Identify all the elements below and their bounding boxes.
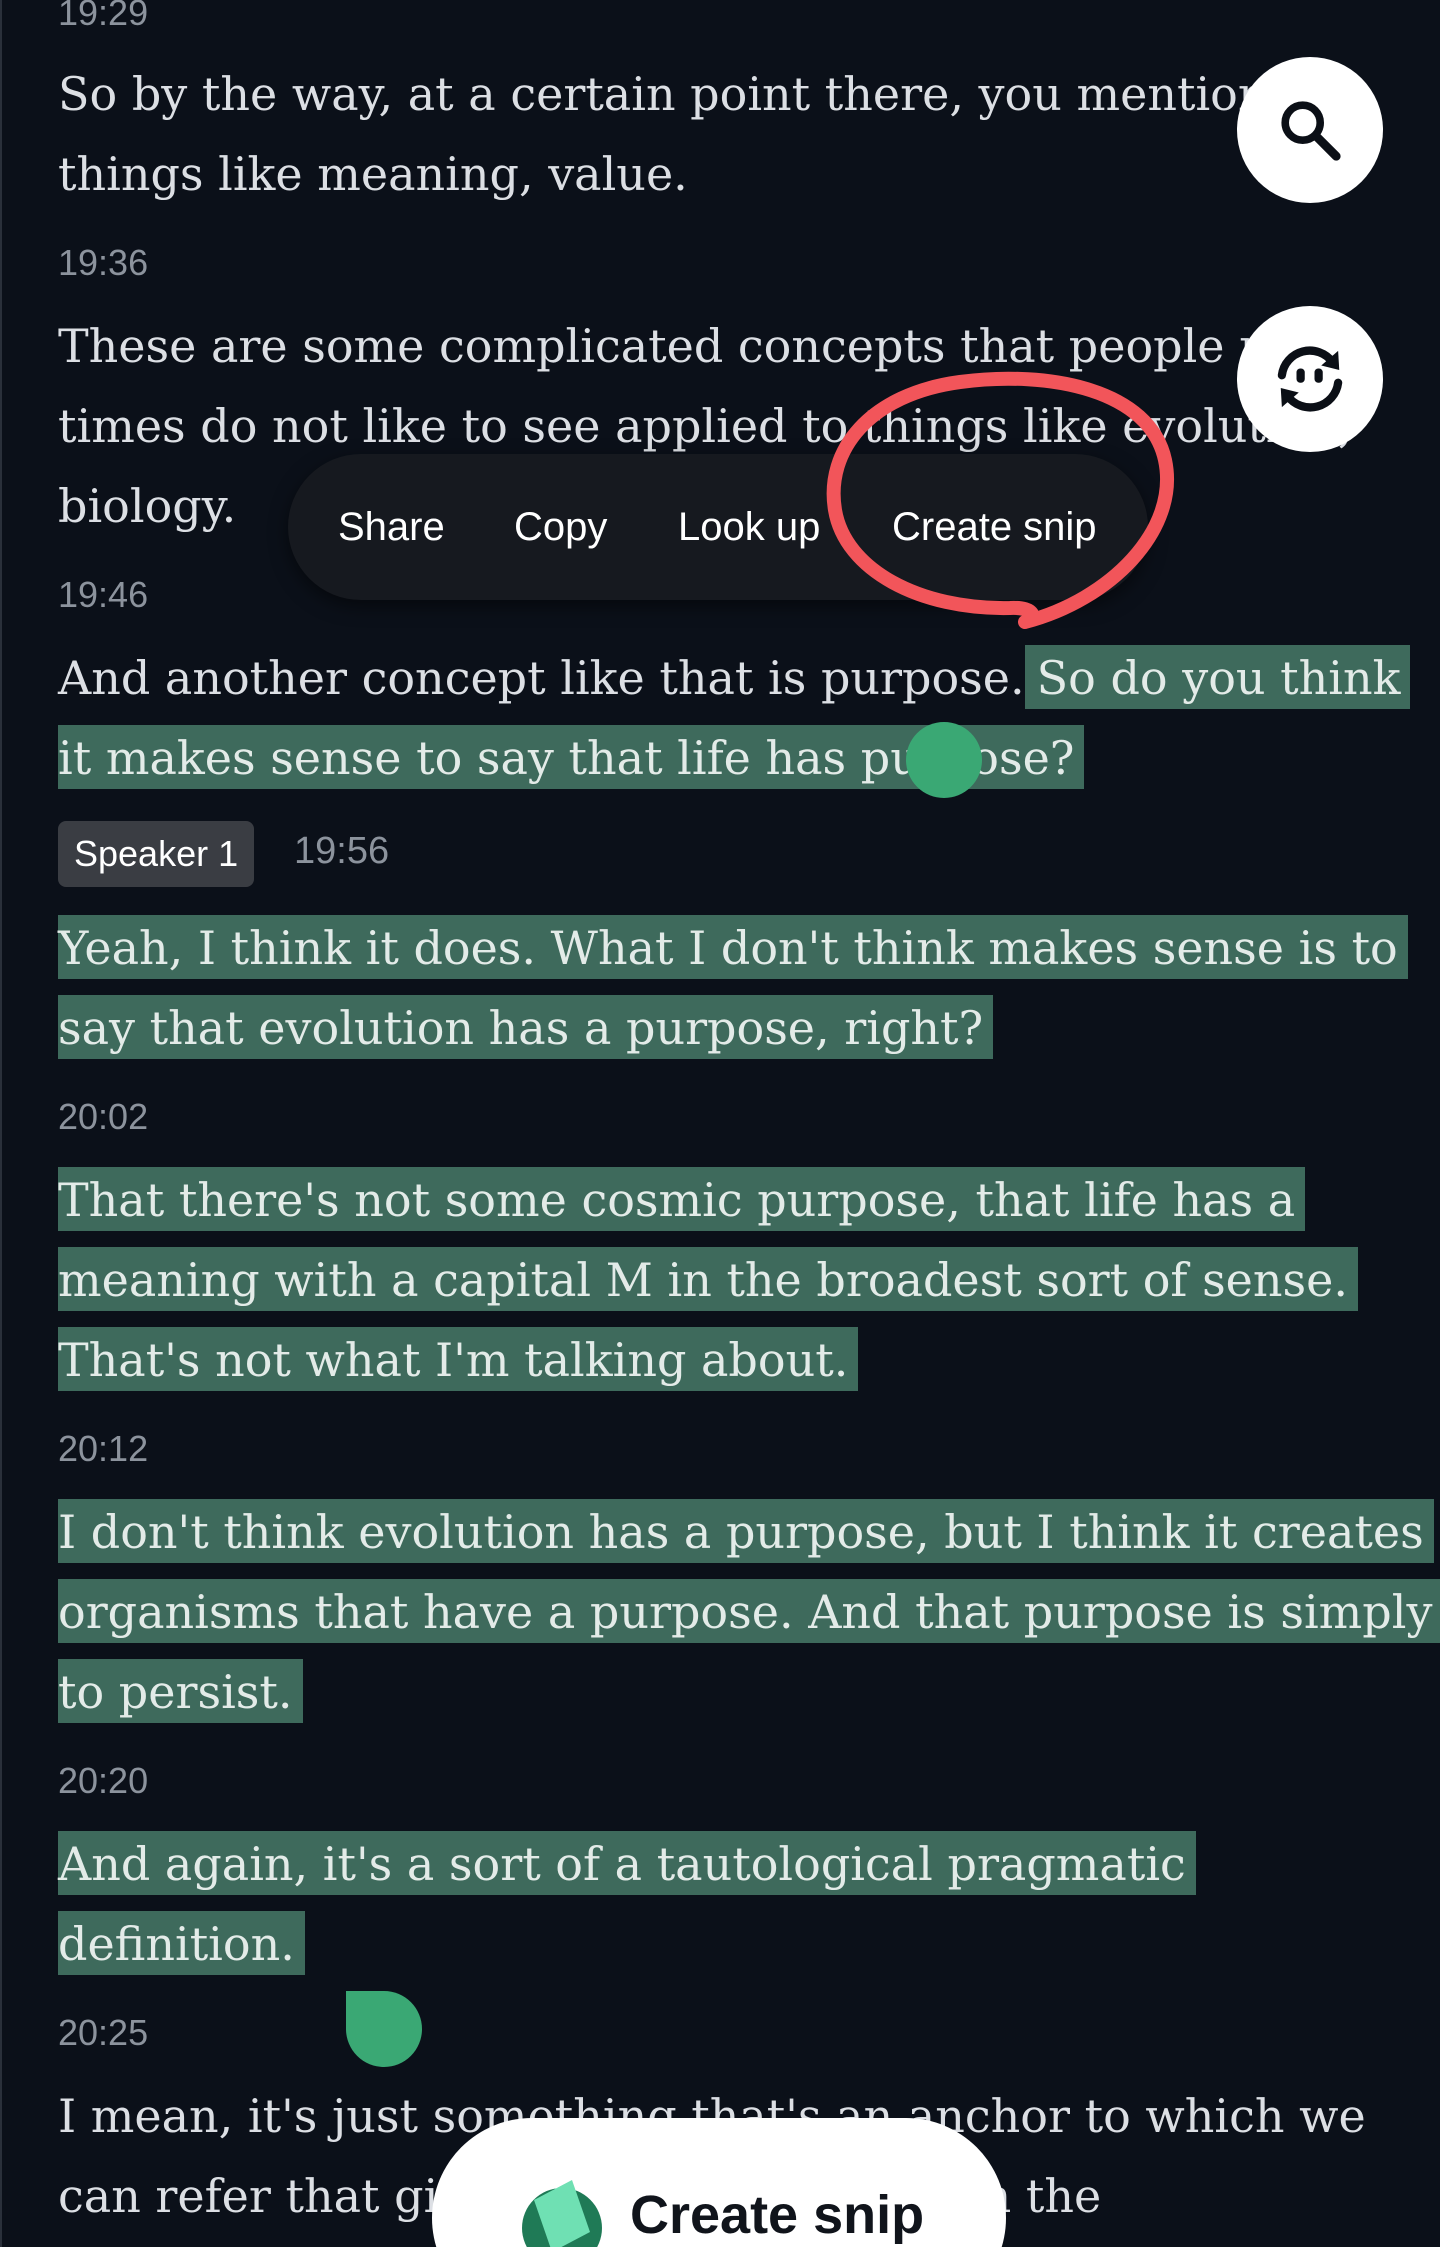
share-menu-item[interactable]: Share (338, 454, 445, 600)
selection-context-menu: Share Copy Look up Create snip (288, 454, 1148, 600)
create-snip-label: Create snip (630, 2185, 925, 2245)
create-snip-button[interactable]: Create snip (432, 2118, 1006, 2247)
transcript-line[interactable]: So by the way, at a certain point there,… (58, 64, 1324, 134)
selected-text: So do you think (1024, 645, 1411, 709)
selected-text: meaning with a capital M in the broadest… (58, 1247, 1358, 1311)
timestamp[interactable]: 20:20 (58, 1760, 148, 1802)
transcript-line[interactable]: Yeah, I think it does. What I don't thin… (58, 915, 1408, 988)
selection-end-handle[interactable] (346, 1991, 422, 2067)
selected-text: And again, it's a sort of a tautological… (58, 1831, 1196, 1895)
transcript-line[interactable]: meaning with a capital M in the broadest… (58, 1247, 1358, 1320)
selected-text: I don't think evolution has a purpose, b… (58, 1499, 1434, 1563)
transcript-line[interactable]: That there's not some cosmic purpose, th… (58, 1167, 1306, 1240)
transcript-line[interactable]: These are some complicated concepts that… (58, 316, 1366, 386)
selected-text: definition. (58, 1911, 305, 1975)
create-snip-menu-item[interactable]: Create snip (892, 454, 1097, 600)
selected-text: That's not what I'm talking about. (58, 1327, 859, 1391)
transcript-line[interactable]: And another concept like that is purpose… (58, 645, 1411, 718)
transcript-line[interactable]: organisms that have a purpose. And that … (58, 1579, 1440, 1652)
selected-text: Yeah, I think it does. What I don't thin… (58, 915, 1408, 979)
transcript-line[interactable]: definition. (58, 1911, 305, 1984)
timestamp[interactable]: 19:29 (58, 0, 148, 34)
selected-text: organisms that have a purpose. And that … (58, 1579, 1440, 1643)
selected-text: That there's not some cosmic purpose, th… (58, 1167, 1306, 1231)
sync-quote-icon (1277, 346, 1343, 412)
sync-quote-button[interactable] (1237, 306, 1383, 452)
timestamp[interactable]: 20:02 (58, 1096, 148, 1138)
selected-text: to persist. (58, 1659, 303, 1723)
transcript-line[interactable]: I don't think evolution has a purpose, b… (58, 1499, 1434, 1572)
timestamp[interactable]: 19:36 (58, 242, 148, 284)
timestamp[interactable]: 20:25 (58, 2012, 148, 2054)
search-icon (1281, 101, 1341, 161)
transcript-text: And another concept like that is purpose… (58, 651, 1025, 705)
copy-menu-item[interactable]: Copy (514, 454, 607, 600)
selected-text: say that evolution has a purpose, right? (58, 995, 994, 1059)
selection-start-handle[interactable] (906, 722, 982, 798)
snip-logo-icon (522, 2180, 602, 2247)
transcript-line[interactable]: things like meaning, value. (58, 144, 688, 214)
transcript-line[interactable]: say that evolution has a purpose, right? (58, 995, 994, 1068)
transcript: 19:29 So by the way, at a certain point … (0, 0, 1440, 2247)
timestamp[interactable]: 20:12 (58, 1428, 148, 1470)
look-up-menu-item[interactable]: Look up (678, 454, 820, 600)
timestamp[interactable]: 19:56 (294, 830, 389, 873)
timestamp[interactable]: 19:46 (58, 574, 148, 616)
speaker-label[interactable]: Speaker 1 (58, 821, 255, 887)
transcript-line[interactable]: to persist. (58, 1659, 303, 1732)
search-button[interactable] (1237, 57, 1383, 203)
transcript-line[interactable]: biology. (58, 476, 236, 546)
transcript-line[interactable]: That's not what I'm talking about. (58, 1327, 859, 1400)
transcript-line[interactable]: And again, it's a sort of a tautological… (58, 1831, 1196, 1904)
